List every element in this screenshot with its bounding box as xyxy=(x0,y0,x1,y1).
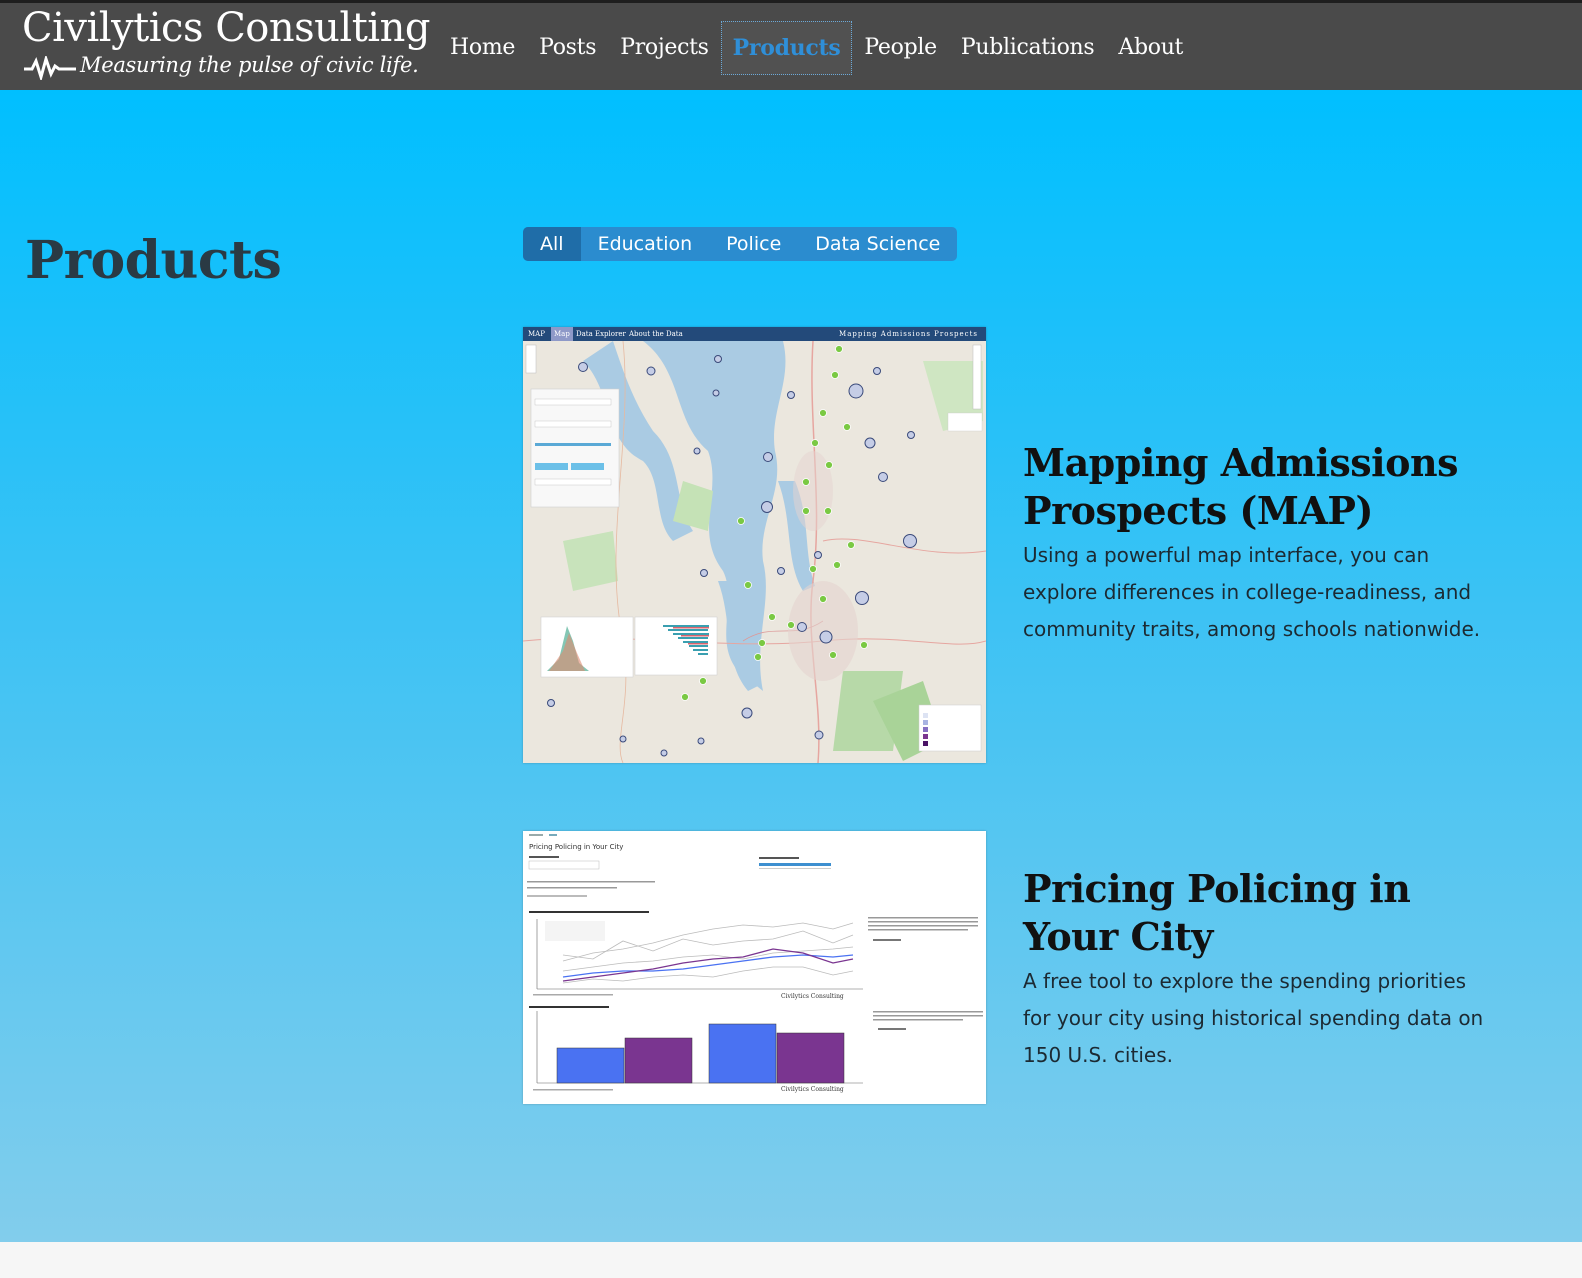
product-thumbnail-policing[interactable]: Pricing Policing in Your City Civilytics… xyxy=(523,831,986,1104)
product-card-policing: Pricing Policing in Your City Civilytics… xyxy=(523,831,1523,1104)
filter-education[interactable]: Education xyxy=(581,227,710,261)
brand-logo[interactable]: Civilytics Consulting Measuring the puls… xyxy=(22,5,430,83)
map-thumb-topbar: MAP Map Data Explorer About the Data Map… xyxy=(523,327,986,341)
navbar: Civilytics Consulting Measuring the puls… xyxy=(0,0,1582,90)
filter-data-science[interactable]: Data Science xyxy=(798,227,957,261)
main-nav: Home Posts Projects Products People Publ… xyxy=(438,21,1195,75)
brand-title: Civilytics Consulting xyxy=(22,5,430,51)
main-content: Products All Education Police Data Scien… xyxy=(0,90,1582,1242)
nav-posts[interactable]: Posts xyxy=(527,21,608,75)
map-thumb-title: Mapping Admissions Prospects xyxy=(839,330,978,338)
map-thumb-graphic xyxy=(523,341,986,763)
page-title: Products xyxy=(25,230,282,291)
product-description: A free tool to explore the spending prio… xyxy=(1023,969,1484,1067)
product-thumbnail-map[interactable]: MAP Map Data Explorer About the Data Map… xyxy=(523,327,986,763)
nav-projects[interactable]: Projects xyxy=(608,21,720,75)
product-title[interactable]: Pricing Policing in Your City xyxy=(1023,865,1493,961)
nav-about[interactable]: About xyxy=(1106,21,1195,75)
map-thumb-tab: MAP xyxy=(528,330,545,338)
nav-products[interactable]: Products xyxy=(720,21,853,75)
policing-thumb-graphic xyxy=(527,834,983,1091)
policing-thumb-brand: Civilytics Consulting xyxy=(781,1086,844,1093)
nav-people[interactable]: People xyxy=(852,21,948,75)
product-text-policing: Pricing Policing in Your City A free too… xyxy=(1023,865,1493,1074)
map-thumb-tab: About the Data xyxy=(629,330,683,338)
policing-thumb-brand: Civilytics Consulting xyxy=(781,993,844,1000)
filter-police[interactable]: Police xyxy=(709,227,798,261)
map-thumb-tab-active: Map xyxy=(551,327,573,341)
product-description: Using a powerful map interface, you can … xyxy=(1023,543,1481,641)
filter-button-group: All Education Police Data Science xyxy=(523,227,958,261)
product-title[interactable]: Mapping Admissions Prospects (MAP) xyxy=(1023,439,1493,535)
filter-all[interactable]: All xyxy=(523,227,581,261)
pulse-icon xyxy=(24,56,76,80)
footer-strip xyxy=(0,1242,1582,1278)
map-thumb-tab: Data Explorer xyxy=(576,330,626,338)
brand-tagline: Measuring the pulse of civic life. xyxy=(80,53,419,77)
nav-publications[interactable]: Publications xyxy=(949,21,1107,75)
brand-subline: Measuring the pulse of civic life. xyxy=(22,53,422,83)
product-text-map: Mapping Admissions Prospects (MAP) Using… xyxy=(1023,439,1493,648)
product-card-map: MAP Map Data Explorer About the Data Map… xyxy=(523,327,1523,763)
nav-home[interactable]: Home xyxy=(438,21,527,75)
